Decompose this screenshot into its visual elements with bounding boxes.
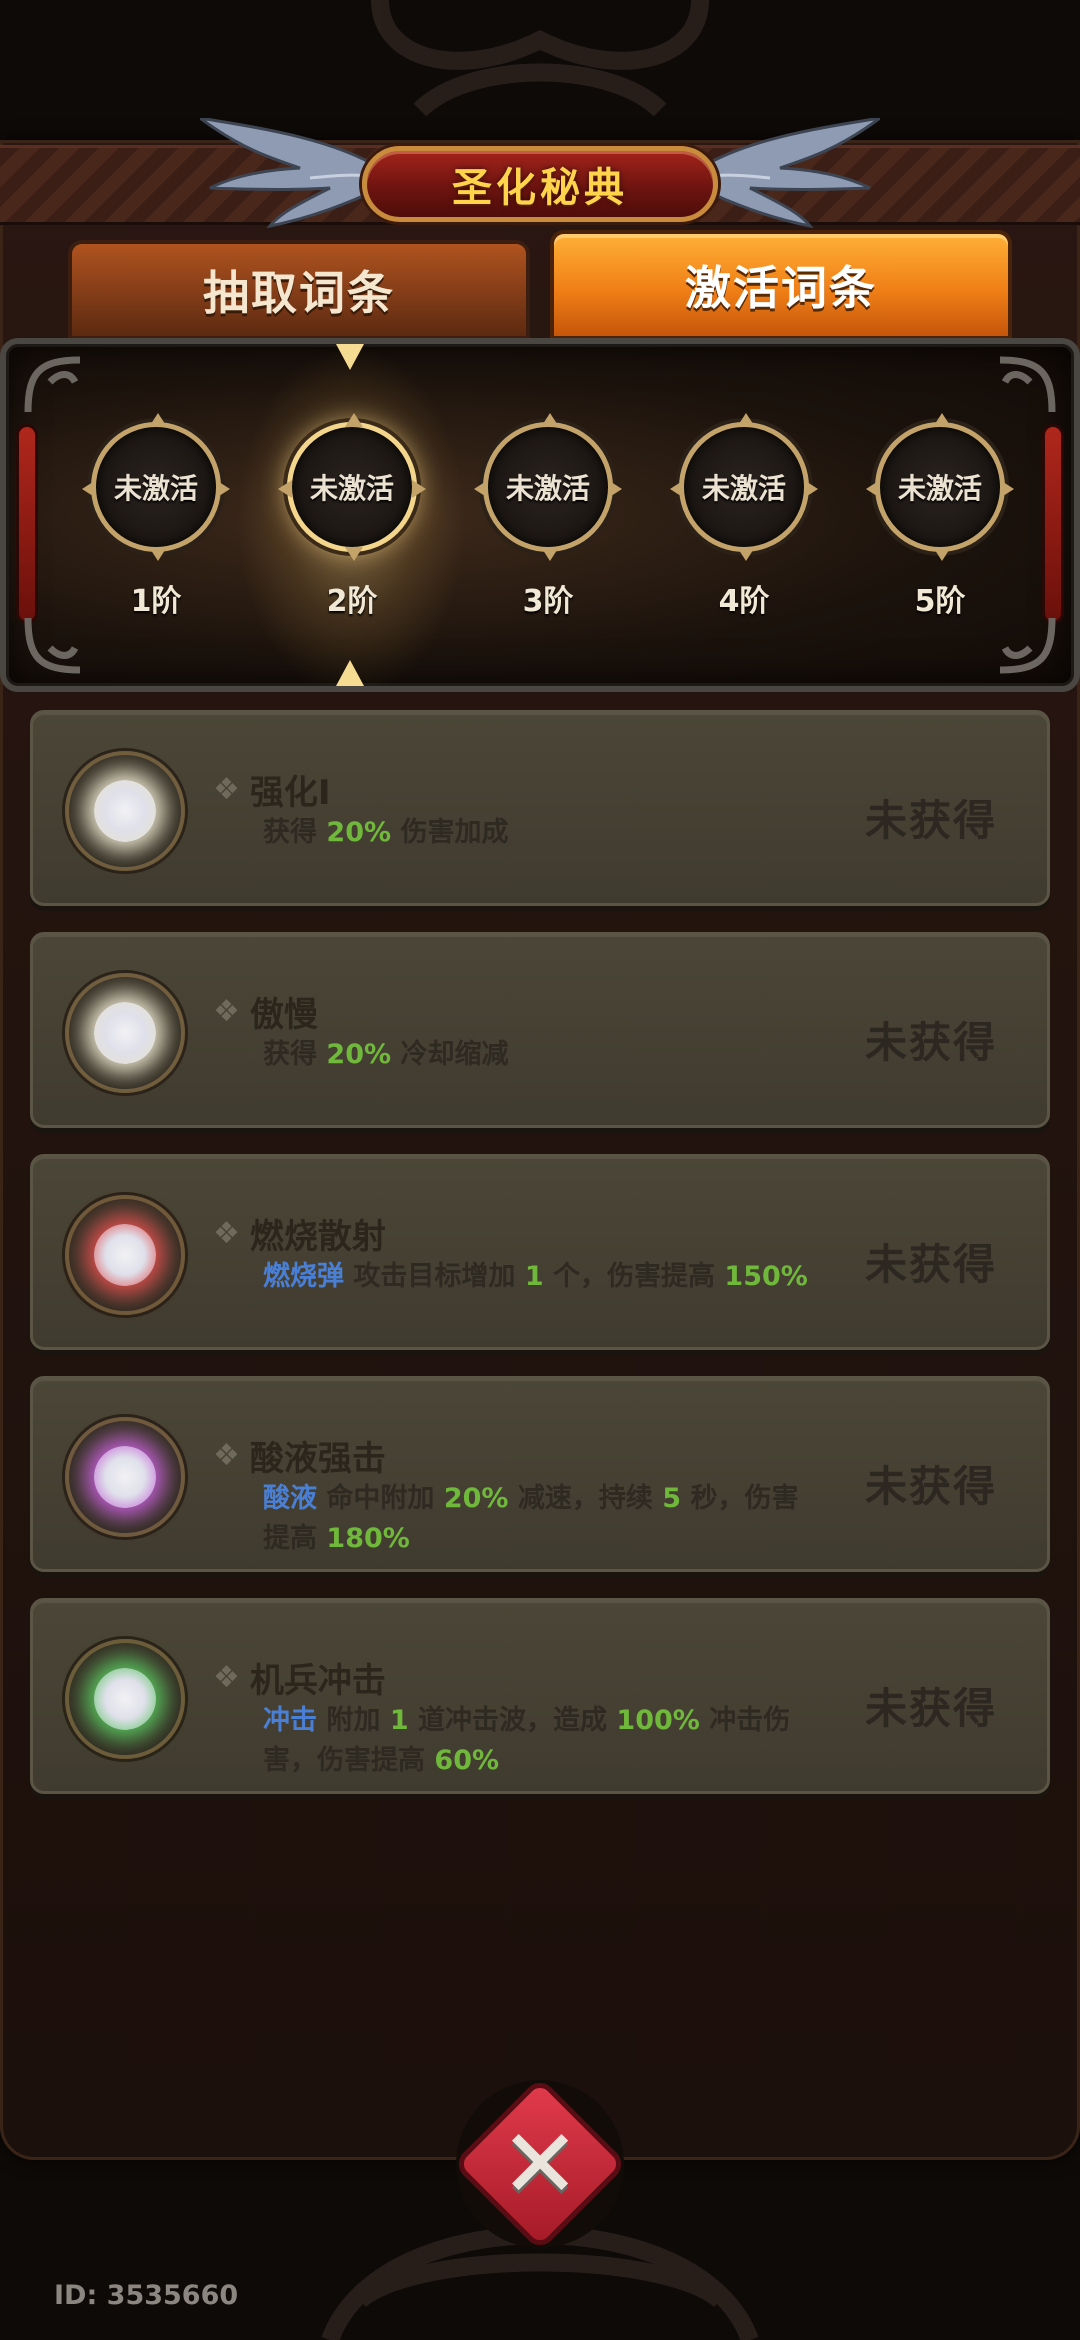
value-highlight: 100%: [616, 1705, 700, 1736]
tab-label: 激活词条: [685, 261, 877, 315]
affix-card[interactable]: ❖ 机兵冲击 冲击 附加 1 道冲击波，造成 100% 冲击伤害，伤害提高 60…: [30, 1598, 1050, 1794]
close-button[interactable]: ✕: [452, 2076, 628, 2252]
affix-description: 获得 20% 冷却缩减: [263, 1039, 509, 1070]
value-highlight: 180%: [326, 1523, 410, 1554]
page-title: 圣化秘典: [452, 165, 628, 211]
tier-1[interactable]: 未激活 1阶: [82, 413, 230, 622]
close-x-icon: ✕: [499, 2108, 581, 2220]
tier-status: 未激活: [113, 472, 198, 505]
top-spike-icon: [336, 344, 364, 370]
affix-orb-core: [94, 1002, 156, 1064]
tier-2[interactable]: 未激活 2阶: [278, 413, 426, 622]
diamond-bullet-icon: ❖: [213, 1660, 240, 1695]
affix-orb-icon: [65, 1639, 185, 1759]
affix-card[interactable]: ❖ 酸液强击 酸液 命中附加 20% 减速，持续 5 秒，伤害提高 180% 未…: [30, 1376, 1050, 1572]
left-side-bar: [16, 424, 38, 624]
value-highlight: 150%: [724, 1261, 808, 1292]
tab-activate-affix[interactable]: 激活词条: [550, 230, 1012, 340]
tier-5[interactable]: 未激活 5阶: [866, 413, 1014, 622]
affix-title: 酸液强击: [249, 1439, 386, 1479]
affix-orb-core: [94, 780, 156, 842]
tier-label: 2阶: [326, 584, 378, 619]
diamond-bullet-icon: ❖: [213, 1216, 240, 1251]
skill-keyword: 燃烧弹: [263, 1261, 344, 1292]
tier-status: 未激活: [505, 472, 590, 505]
tab-draw-affix[interactable]: 抽取词条: [68, 240, 530, 340]
affix-title: 傲慢: [249, 995, 318, 1035]
affix-title: 强化I: [249, 773, 331, 813]
affix-title: 燃烧散射: [249, 1217, 386, 1257]
corner-ornament-icon: [24, 356, 81, 413]
right-side-bar: [1042, 424, 1064, 624]
affix-orb-core: [94, 1224, 156, 1286]
affix-card[interactable]: ❖ 傲慢 获得 20% 冷却缩减 未获得: [30, 932, 1050, 1128]
affix-orb-core: [94, 1446, 156, 1508]
player-id: ID: 3535660: [54, 2280, 239, 2311]
tier-medal-current: 未激活: [278, 413, 426, 561]
tier-medal: 未激活: [474, 413, 622, 561]
affix-orb-icon: [65, 973, 185, 1093]
diamond-bullet-icon: ❖: [213, 994, 240, 1029]
tier-label: 4阶: [718, 584, 770, 619]
right-wing-icon: [700, 118, 880, 228]
affix-status: 未获得: [864, 1684, 997, 1733]
value-highlight: 1: [524, 1261, 544, 1292]
affix-description: 燃烧弹 攻击目标增加 1 个，伤害提高 150%: [263, 1261, 808, 1292]
value-highlight: 5: [662, 1483, 682, 1514]
affix-status: 未获得: [864, 1018, 997, 1067]
bottom-spike-icon: [336, 660, 364, 686]
value-highlight: 20%: [326, 817, 392, 848]
affix-orb-icon: [65, 751, 185, 871]
value-highlight: 20%: [443, 1483, 509, 1514]
corner-ornament-icon: [24, 617, 81, 674]
affix-list: ❖ 强化I 获得 20% 伤害加成 未获得 ❖ 傲慢 获得 20% 冷却缩减 未…: [30, 710, 1050, 1820]
title-plate: 圣化秘典: [362, 146, 718, 222]
tier-status: 未激活: [897, 472, 982, 505]
tier-medal: 未激活: [82, 413, 230, 561]
value-highlight: 1: [389, 1705, 409, 1736]
tier-label: 1阶: [130, 584, 182, 619]
affix-card[interactable]: ❖ 强化I 获得 20% 伤害加成 未获得: [30, 710, 1050, 906]
tab-label: 抽取词条: [203, 266, 395, 320]
tier-4[interactable]: 未激活 4阶: [670, 413, 818, 622]
tier-progress-frame: 未激活 1阶 未激活 2阶 未激活 3阶 未激活 4阶 未激活 5阶: [0, 338, 1080, 692]
affix-card[interactable]: ❖ 燃烧散射 燃烧弹 攻击目标增加 1 个，伤害提高 150% 未获得: [30, 1154, 1050, 1350]
left-wing-icon: [200, 118, 380, 228]
affix-orb-icon: [65, 1195, 185, 1315]
affix-description: 酸液 命中附加 20% 减速，持续 5 秒，伤害提高 180%: [263, 1483, 799, 1554]
tier-label: 3阶: [522, 584, 574, 619]
affix-title: 机兵冲击: [249, 1661, 386, 1701]
affix-description: 冲击 附加 1 道冲击波，造成 100% 冲击伤害，伤害提高 60%: [263, 1705, 791, 1776]
affix-orb-core: [94, 1668, 156, 1730]
affix-status: 未获得: [864, 1462, 997, 1511]
tier-medal: 未激活: [670, 413, 818, 561]
tier-status: 未激活: [309, 472, 394, 505]
affix-description: 获得 20% 伤害加成: [263, 817, 509, 848]
tier-medal: 未激活: [866, 413, 1014, 561]
diamond-bullet-icon: ❖: [213, 1438, 240, 1473]
value-highlight: 20%: [326, 1039, 392, 1070]
affix-status: 未获得: [864, 796, 997, 845]
affix-orb-icon: [65, 1417, 185, 1537]
tier-3[interactable]: 未激活 3阶: [474, 413, 622, 622]
skill-keyword: 冲击: [263, 1705, 317, 1736]
diamond-bullet-icon: ❖: [213, 772, 240, 807]
value-highlight: 60%: [434, 1745, 500, 1776]
affix-status: 未获得: [864, 1240, 997, 1289]
tier-status: 未激活: [701, 472, 786, 505]
skill-keyword: 酸液: [263, 1483, 317, 1514]
tier-label: 5阶: [914, 584, 966, 619]
corner-ornament-icon: [999, 356, 1056, 413]
